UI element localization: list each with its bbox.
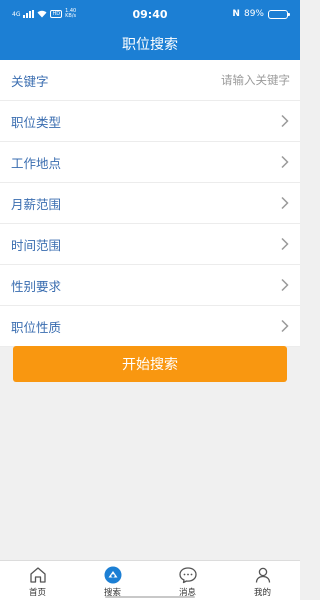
status-bar-right: N 89%	[198, 9, 290, 19]
start-search-button[interactable]: 开始搜索	[13, 346, 287, 382]
tab-messages[interactable]: 消息	[150, 561, 225, 600]
chevron-right-icon	[281, 237, 289, 251]
time-range-label: 时间范围	[11, 237, 62, 253]
speed-unit: KB/s	[65, 13, 77, 19]
tab-profile[interactable]: 我的	[225, 561, 300, 600]
chevron-right-icon	[281, 155, 289, 169]
tab-home-label: 首页	[28, 588, 46, 598]
search-form: 关键字 请输入关键字 职位类型 工作地点 月薪范围 时间范围 性别要求 职位性质	[0, 60, 300, 347]
search-icon	[104, 566, 121, 584]
wifi-icon	[37, 10, 47, 18]
chevron-right-icon	[281, 196, 289, 210]
keyword-input[interactable]: 请输入关键字	[221, 72, 290, 88]
chevron-right-icon	[281, 319, 289, 333]
status-time: 09:40	[132, 7, 168, 21]
user-icon	[255, 567, 270, 583]
battery-percent: 89%	[243, 9, 264, 19]
keyword-label: 关键字	[11, 73, 49, 89]
battery-icon	[267, 9, 290, 19]
location-label: 工作地点	[11, 155, 62, 171]
job-type-row[interactable]: 职位类型	[0, 101, 300, 142]
chevron-right-icon	[281, 114, 289, 128]
status-bar-left: 4G HD 1.40 KB/s	[12, 9, 102, 19]
location-row[interactable]: 工作地点	[0, 142, 300, 183]
job-nature-row[interactable]: 职位性质	[0, 306, 300, 347]
gender-label: 性别要求	[11, 278, 62, 294]
page-title: 职位搜索	[122, 37, 178, 53]
network-speed: 1.40 KB/s	[65, 9, 76, 19]
job-type-label: 职位类型	[11, 114, 62, 130]
home-indicator	[105, 596, 195, 598]
nfc-icon: N	[232, 9, 240, 19]
bottom-tab-bar: 首页 搜索 消息 我的	[0, 560, 300, 600]
tab-search[interactable]: 搜索	[75, 561, 150, 600]
hd-badge: HD	[50, 10, 63, 18]
chevron-right-icon	[281, 278, 289, 292]
job-nature-label: 职位性质	[11, 319, 62, 335]
message-icon	[178, 567, 197, 584]
gender-row[interactable]: 性别要求	[0, 265, 300, 306]
status-bar: 4G HD 1.40 KB/s 09:40 N 89%	[0, 0, 300, 28]
tab-profile-label: 我的	[253, 588, 271, 598]
salary-range-row[interactable]: 月薪范围	[0, 183, 300, 224]
home-icon	[29, 567, 46, 583]
time-range-row[interactable]: 时间范围	[0, 224, 300, 265]
page-header: 职位搜索	[0, 28, 300, 60]
tab-home[interactable]: 首页	[0, 561, 75, 600]
signal-icon	[23, 10, 35, 18]
network-type: 4G	[12, 10, 21, 18]
keyword-row[interactable]: 关键字 请输入关键字	[0, 60, 300, 101]
salary-range-label: 月薪范围	[11, 196, 62, 212]
